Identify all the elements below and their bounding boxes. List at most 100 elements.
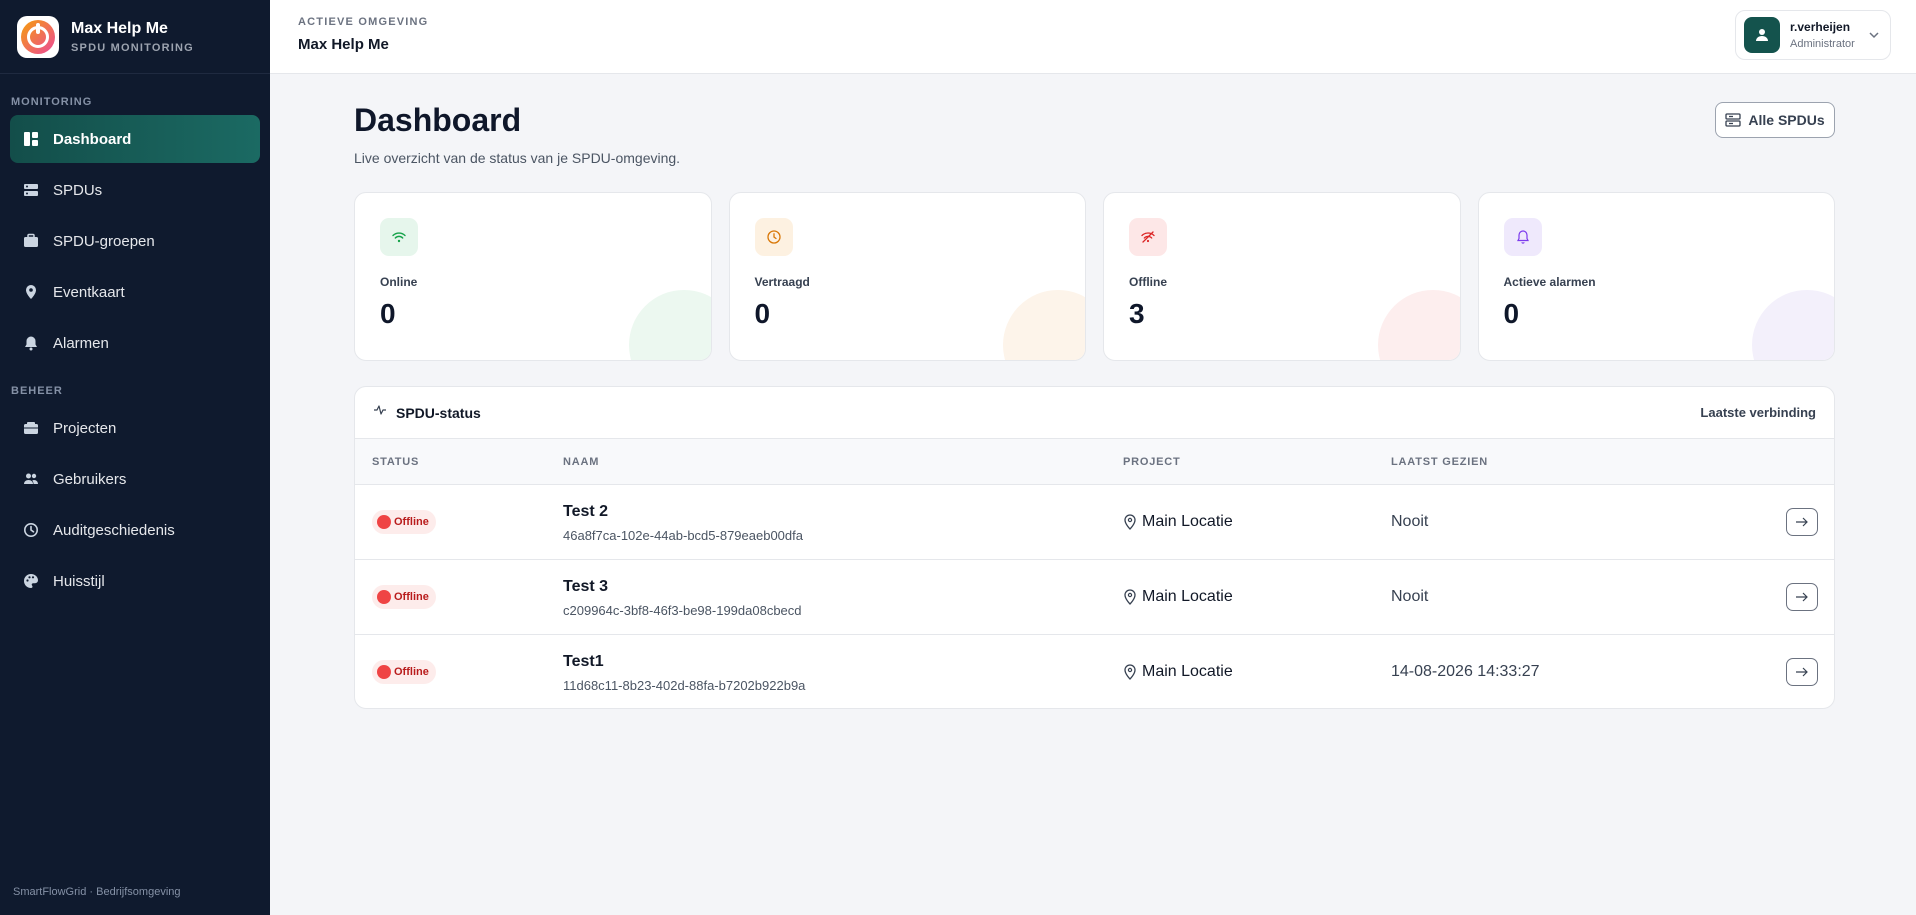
palette-icon [23, 573, 39, 589]
history-icon [23, 522, 39, 538]
table-row[interactable]: Offline Test 2 46a8f7ca-102e-44ab-bcd5-8… [355, 485, 1834, 560]
open-spdu-button[interactable] [1786, 583, 1818, 611]
stat-card-actieve-alarmen[interactable]: Actieve alarmen 0 [1477, 192, 1835, 361]
user-menu[interactable]: r.verheijen Administrator [1735, 10, 1891, 60]
decorative-circle [628, 290, 711, 360]
sidebar-item-gebruikers[interactable]: Gebruikers [10, 455, 260, 503]
status-dot [377, 590, 391, 604]
bell-icon [1503, 218, 1542, 256]
brand-name: Max Help Me [71, 19, 168, 37]
stat-value: 0 [754, 298, 771, 329]
project-name: Main Locatie [1142, 513, 1233, 530]
spdu-id: 11d68c11-8b23-402d-88fa-b7202b922b9a [563, 678, 806, 693]
project-cell: Main Locatie [1123, 588, 1233, 606]
open-spdu-button[interactable] [1786, 508, 1818, 536]
stat-cards: Online 0 Vertraagd 0 Offline 3 Actieve a… [354, 192, 1835, 361]
environment-name: Max Help Me [298, 36, 389, 53]
stat-card-offline[interactable]: Offline 3 [1103, 192, 1461, 361]
project-cell: Main Locatie [1123, 513, 1233, 531]
column-header-naam: NAAM [563, 456, 600, 468]
environment-label: ACTIEVE OMGEVING [298, 16, 429, 28]
nav-section-monitoring: MONITORING [11, 96, 93, 108]
project-cell: Main Locatie [1123, 663, 1233, 681]
sidebar-item-auditgeschiedenis[interactable]: Auditgeschiedenis [10, 506, 260, 554]
stat-label: Offline [1129, 275, 1167, 289]
wifi-icon [380, 218, 418, 256]
topbar: ACTIEVE OMGEVING Max Help Me r.verheijen… [270, 0, 1916, 74]
user-icon [1756, 29, 1768, 41]
open-spdu-button[interactable] [1786, 658, 1818, 686]
stat-value: 3 [1129, 298, 1145, 329]
stat-value: 0 [380, 298, 396, 329]
sidebar-item-label: Alarmen [53, 334, 109, 352]
sidebar-item-label: Eventkaart [53, 283, 125, 301]
sidebar-item-label: Auditgeschiedenis [53, 521, 175, 539]
sidebar-item-spdu-groepen[interactable]: SPDU-groepen [10, 217, 260, 265]
status-label: Offline [394, 666, 429, 678]
sidebar-item-label: Huisstijl [53, 572, 105, 590]
status-dot [377, 515, 391, 529]
sidebar-footer: SmartFlowGrid · Bedrijfsomgeving [13, 886, 181, 898]
arrow-right-icon [1796, 667, 1808, 677]
stat-label: Online [380, 275, 418, 289]
server-icon [1725, 113, 1742, 127]
user-role: Administrator [1790, 38, 1855, 50]
status-label: Offline [394, 516, 429, 528]
sidebar-item-alarmen[interactable]: Alarmen [10, 319, 260, 367]
status-badge: Offline [372, 510, 436, 534]
server-icon [23, 182, 39, 198]
dashboard-icon [23, 131, 39, 147]
stat-label: Actieve alarmen [1503, 275, 1596, 289]
sidebar-item-spdus[interactable]: SPDUs [10, 166, 260, 214]
sidebar-item-label: Gebruikers [53, 470, 127, 488]
status-dot [377, 665, 391, 679]
sidebar-item-label: Dashboard [53, 130, 132, 148]
column-header-status: STATUS [372, 456, 420, 468]
page-subtitle: Live overzicht van de status van je SPDU… [354, 150, 681, 166]
folder-icon [23, 420, 39, 436]
project-name: Main Locatie [1142, 663, 1233, 680]
brand-subtitle: SPDU MONITORING [71, 41, 194, 54]
map-pin-icon [1123, 514, 1137, 530]
status-label: Offline [394, 591, 429, 603]
map-pin-icon [23, 284, 39, 300]
activity-icon [373, 403, 387, 422]
table-row[interactable]: Offline Test 3 c209964c-3bf8-46f3-be98-1… [355, 560, 1834, 635]
stat-label: Vertraagd [754, 275, 810, 289]
sidebar-item-huisstijl[interactable]: Huisstijl [10, 557, 260, 605]
spdu-status-panel: SPDU-status Laatste verbinding STATUS NA… [354, 386, 1835, 709]
sidebar-item-label: SPDU-groepen [53, 232, 155, 250]
spdu-name: Test1 [563, 653, 604, 670]
spdu-name: Test 3 [563, 578, 609, 595]
sidebar-item-projecten[interactable]: Projecten [10, 404, 260, 452]
wifi-off-icon [1129, 218, 1167, 256]
page-title: Dashboard [354, 102, 522, 138]
project-name: Main Locatie [1142, 588, 1233, 605]
power-icon [21, 19, 55, 54]
last-seen: Nooit [1391, 588, 1429, 605]
sidebar-item-eventkaart[interactable]: Eventkaart [10, 268, 260, 316]
status-badge: Offline [372, 585, 436, 609]
spdu-id: c209964c-3bf8-46f3-be98-199da08cbecd [563, 603, 802, 618]
sidebar-item-dashboard[interactable]: Dashboard [10, 115, 260, 163]
panel-header: SPDU-status Laatste verbinding [355, 387, 1834, 439]
app-logo[interactable] [17, 15, 59, 58]
sidebar: Max Help Me SPDU MONITORING MONITORING D… [0, 0, 270, 915]
map-pin-icon [1123, 664, 1137, 680]
chevron-down-icon [1868, 28, 1880, 46]
stat-card-vertraagd[interactable]: Vertraagd 0 [728, 192, 1086, 361]
column-header-laatst-gezien: LAATST GEZIEN [1391, 456, 1488, 468]
stat-value: 0 [1503, 298, 1520, 329]
last-connection-label[interactable]: Laatste verbinding [1700, 405, 1816, 420]
table-row[interactable]: Offline Test1 11d68c11-8b23-402d-88fa-b7… [355, 635, 1834, 708]
stat-card-online[interactable]: Online 0 [354, 192, 712, 361]
decorative-circle [1377, 290, 1460, 360]
all-spdus-label: Alle SPDUs [1748, 112, 1825, 128]
column-header-project: PROJECT [1123, 456, 1181, 468]
avatar [1744, 17, 1780, 53]
arrow-right-icon [1796, 517, 1808, 527]
decorative-circle [1003, 290, 1086, 360]
last-seen: Nooit [1391, 513, 1429, 530]
user-name: r.verheijen [1790, 20, 1851, 34]
all-spdus-button[interactable]: Alle SPDUs [1715, 102, 1835, 138]
